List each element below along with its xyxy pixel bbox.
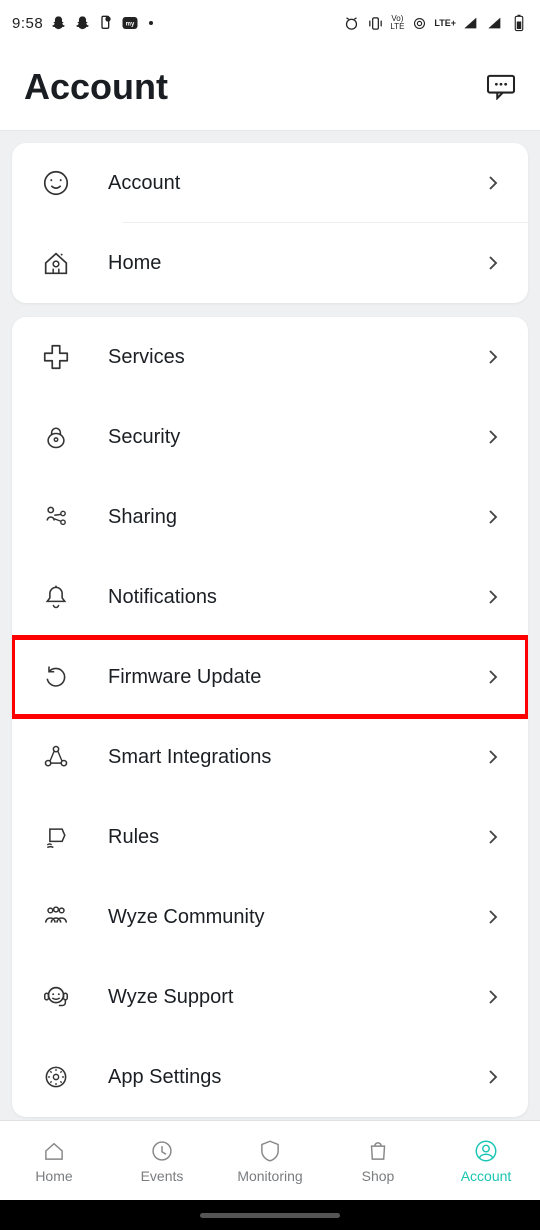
signal-icon [462,14,480,32]
settings-group-account: Account Home [12,143,528,303]
nav-label: Account [461,1168,512,1184]
row-label: Home [108,252,484,275]
snapchat-icon [73,14,91,32]
settings-group-main: Services Security Sharing Notifications [12,317,528,1117]
row-smart-integrations[interactable]: Smart Integrations [12,717,528,797]
row-firmware-update[interactable]: Firmware Update [12,637,528,717]
row-app-settings[interactable]: App Settings [12,1037,528,1117]
row-security[interactable]: Security [12,397,528,477]
row-services[interactable]: Services [12,317,528,397]
smiley-icon [41,168,71,198]
battery-icon [510,14,528,32]
hotspot-icon [410,14,428,32]
nav-label: Monitoring [237,1168,302,1184]
dot-icon [149,21,153,25]
row-wyze-support[interactable]: Wyze Support [12,957,528,1037]
chevron-right-icon [484,254,508,272]
community-icon [41,902,71,932]
row-label: Wyze Support [108,986,484,1009]
chevron-right-icon [484,174,508,192]
row-label: Account [108,172,484,195]
clock-icon [149,1138,175,1164]
status-time: 9:58 [12,15,43,32]
account-icon [473,1138,499,1164]
row-account[interactable]: Account [12,143,528,223]
support-icon [41,982,71,1012]
row-label: Wyze Community [108,906,484,929]
house-icon [41,248,71,278]
row-label: Firmware Update [108,666,484,689]
nav-label: Home [35,1168,72,1184]
chevron-right-icon [484,828,508,846]
row-wyze-community[interactable]: Wyze Community [12,877,528,957]
nodes-icon [42,743,70,771]
row-label: Services [108,346,484,369]
chevron-right-icon [484,508,508,526]
gear-icon [42,1063,70,1091]
row-label: Sharing [108,506,484,529]
nav-shop[interactable]: Shop [324,1121,432,1200]
chevron-right-icon [484,908,508,926]
chevron-right-icon [484,588,508,606]
vibrate-icon [366,14,384,32]
status-bar: 9:58 my Vo) LTE LTE+ [0,0,540,46]
row-rules[interactable]: Rules [12,797,528,877]
row-label: Notifications [108,586,484,609]
home-icon [41,1138,67,1164]
row-sharing[interactable]: Sharing [12,477,528,557]
volte-icon: Vo) LTE [390,15,404,31]
chevron-right-icon [484,1068,508,1086]
phone-app-icon [97,14,115,32]
svg-text:my: my [126,21,135,27]
page-title: Account [24,66,168,108]
chevron-right-icon [484,428,508,446]
chevron-right-icon [484,668,508,686]
nav-label: Events [141,1168,184,1184]
row-label: Security [108,426,484,449]
row-notifications[interactable]: Notifications [12,557,528,637]
nav-home[interactable]: Home [0,1121,108,1200]
chevron-right-icon [484,748,508,766]
row-label: Rules [108,826,484,849]
bell-icon [42,583,70,611]
my-app-icon: my [121,14,139,32]
chevron-right-icon [484,348,508,366]
snapchat-icon [49,14,67,32]
alarm-icon [342,14,360,32]
lock-icon [42,423,70,451]
share-icon [42,503,70,531]
system-nav-bar [0,1200,540,1230]
bag-icon [365,1138,391,1164]
bottom-nav: Home Events Monitoring Shop Account [0,1120,540,1200]
row-home[interactable]: Home [12,223,528,303]
plus-icon [41,342,71,372]
rules-icon [42,823,70,851]
nav-account[interactable]: Account [432,1121,540,1200]
row-label: App Settings [108,1066,484,1089]
shield-icon [257,1138,283,1164]
signal-icon [486,14,504,32]
chevron-right-icon [484,988,508,1006]
nav-events[interactable]: Events [108,1121,216,1200]
row-label: Smart Integrations [108,746,484,769]
nav-pill[interactable] [200,1213,340,1218]
nav-label: Shop [362,1168,395,1184]
chat-icon[interactable] [486,74,516,100]
nav-monitoring[interactable]: Monitoring [216,1121,324,1200]
network-label: LTE+ [434,18,456,28]
refresh-icon [42,663,70,691]
page-header: Account [0,46,540,131]
